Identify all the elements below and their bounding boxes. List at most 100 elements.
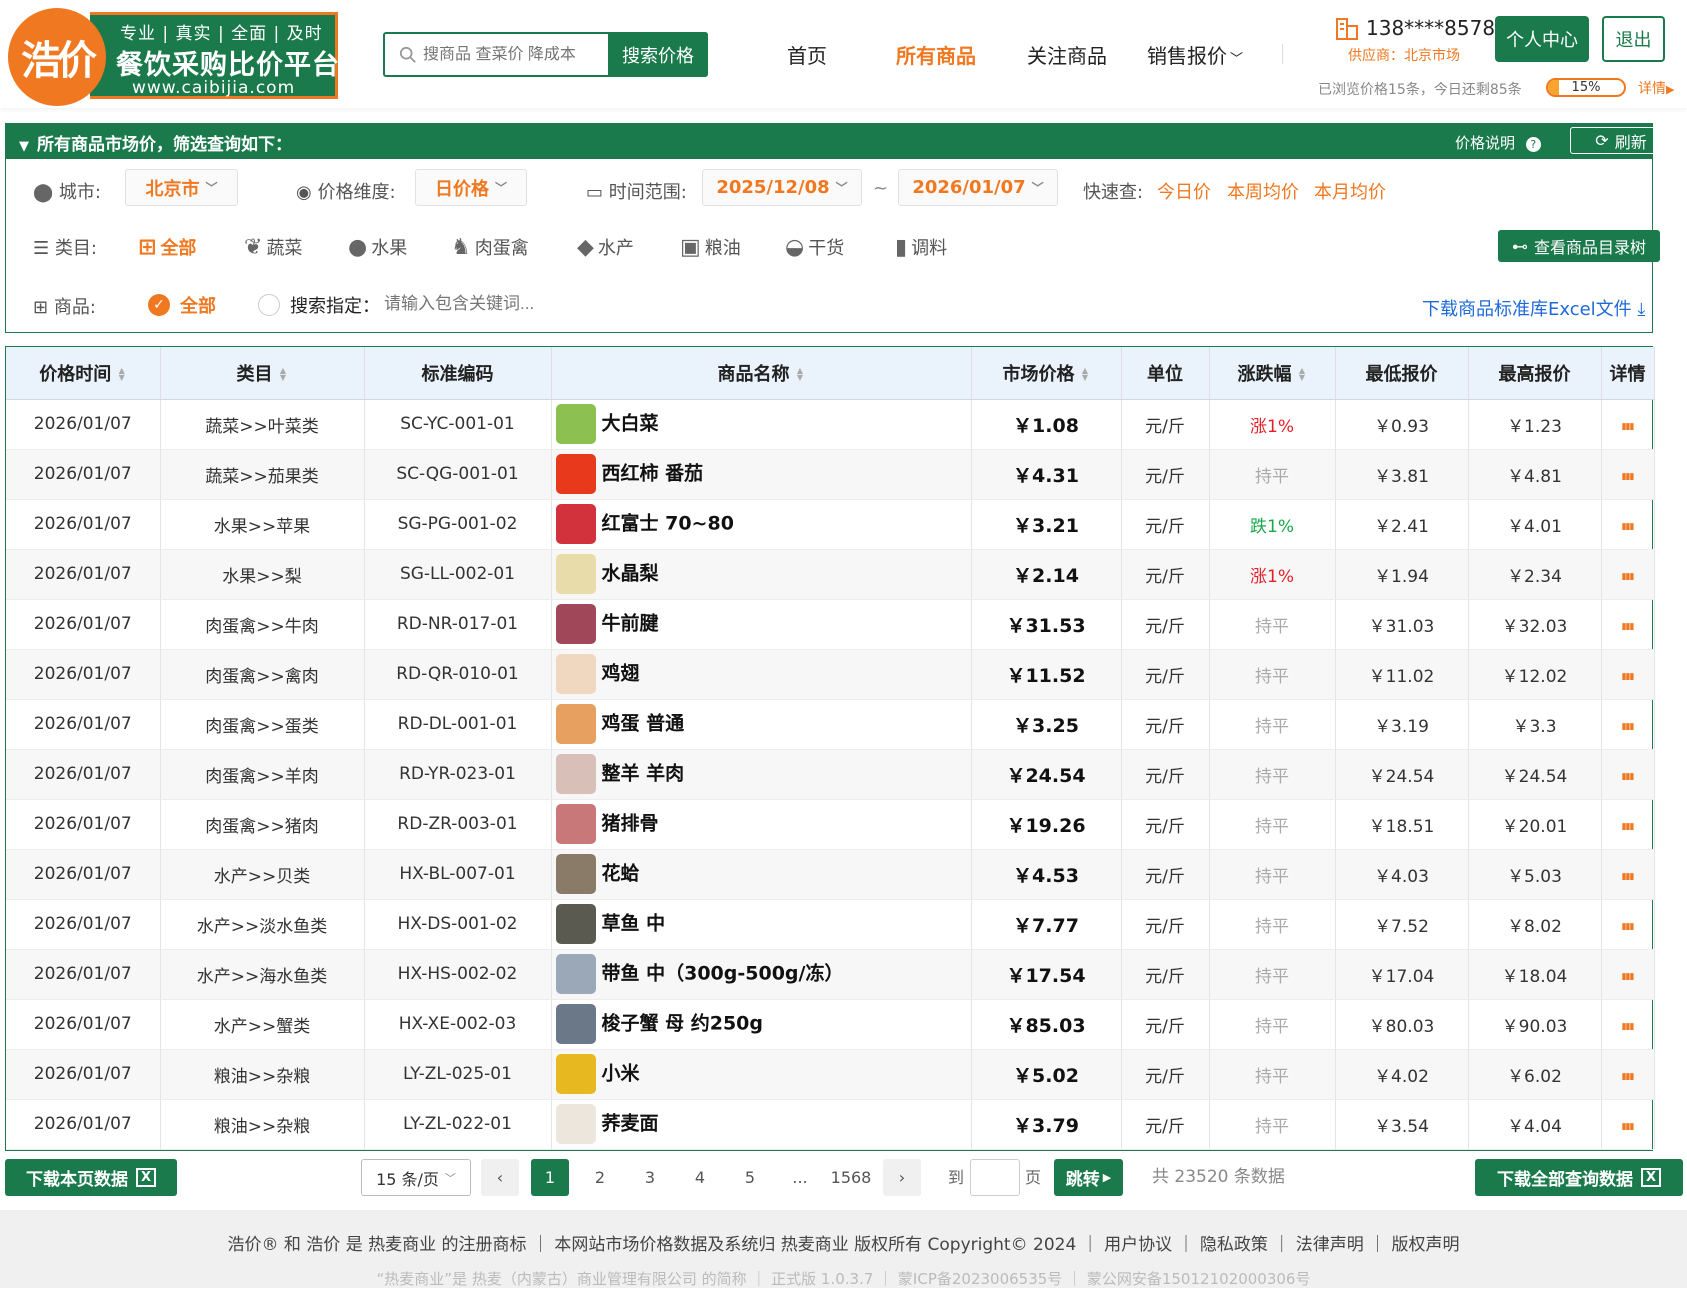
cell-product-name[interactable]: 梭子蟹 母 约250g (551, 999, 972, 1050)
goods-all-radio[interactable]: ✓ (148, 294, 170, 316)
cell-product-name[interactable]: 草鱼 中 (551, 899, 972, 950)
cell-detail[interactable]: ▮▮▮ (1601, 499, 1655, 550)
table-row[interactable]: 2026/01/07 蔬菜>>叶菜类 SC-YC-001-01 大白菜 ￥1.08 元/斤… (6, 399, 1655, 450)
category-acorn[interactable]: ◒ 干货 (785, 234, 844, 260)
bar-chart-icon[interactable]: ▮▮▮ (1622, 622, 1635, 632)
bar-chart-icon[interactable]: ▮▮▮ (1622, 772, 1635, 782)
bar-chart-icon[interactable]: ▮▮▮ (1622, 822, 1635, 832)
bar-chart-icon[interactable]: ▮▮▮ (1622, 522, 1635, 532)
bar-chart-icon[interactable]: ▮▮▮ (1622, 672, 1635, 682)
cell-product-name[interactable]: 整羊 羊肉 (551, 749, 972, 800)
cell-product-name[interactable]: 花蛤 (551, 849, 972, 900)
dimension-dropdown[interactable]: 日价格 ﹀ (415, 169, 527, 206)
refresh-button[interactable]: ⟳ 刷新 (1570, 127, 1672, 154)
cell-detail[interactable]: ▮▮▮ (1601, 799, 1655, 850)
category-all[interactable]: ⊞ 全部 (138, 234, 196, 260)
bar-chart-icon[interactable]: ▮▮▮ (1622, 1022, 1635, 1032)
category-vegetable[interactable]: ❦ 蔬菜 (244, 234, 302, 260)
keyword-radio[interactable] (258, 294, 280, 316)
cell-detail[interactable]: ▮▮▮ (1601, 549, 1655, 600)
cell-detail[interactable]: ▮▮▮ (1601, 599, 1655, 650)
bar-chart-icon[interactable]: ▮▮▮ (1622, 722, 1635, 732)
sort-icon[interactable]: ▲▼ (117, 366, 126, 380)
nav-home[interactable]: 首页 (787, 40, 827, 69)
cell-product-name[interactable]: 小米 (551, 1049, 972, 1100)
end-date-picker[interactable]: 2026/01/07 ﹀ (898, 169, 1058, 206)
bar-chart-icon[interactable]: ▮▮▮ (1622, 922, 1635, 932)
table-row[interactable]: 2026/01/07 肉蛋禽>>猪肉 RD-ZR-003-01 猪排骨 ￥19.26 元/… (6, 799, 1655, 850)
column-header[interactable]: 市场价格 ▲▼ (971, 347, 1122, 400)
sort-icon[interactable]: ▲▼ (1081, 366, 1090, 380)
sort-icon[interactable]: ▲▼ (279, 366, 288, 380)
site-logo[interactable]: 专业 | 真实 | 全面 | 及时 餐饮采购比价平台 www.caibijia.… (8, 8, 339, 106)
page-number-button[interactable]: 1 (531, 1159, 569, 1196)
quick-week-avg[interactable]: 本周均价 (1227, 178, 1299, 204)
nav-sales-quote[interactable]: 销售报价 ﹀ (1147, 40, 1243, 69)
bar-chart-icon[interactable]: ▮▮▮ (1622, 422, 1635, 432)
cell-detail[interactable]: ▮▮▮ (1601, 649, 1655, 700)
category-bottle[interactable]: ▮ 调料 (895, 234, 947, 260)
search-input[interactable] (423, 45, 608, 64)
cell-detail[interactable]: ▮▮▮ (1601, 699, 1655, 750)
cell-detail[interactable]: ▮▮▮ (1601, 899, 1655, 950)
category-fish[interactable]: ◆ 水产 (577, 234, 634, 260)
city-dropdown[interactable]: 北京市 ﹀ (125, 169, 238, 206)
cell-product-name[interactable]: 鸡翅 (551, 649, 972, 700)
start-date-picker[interactable]: 2025/12/08 ﹀ (702, 169, 862, 206)
column-header[interactable]: 商品名称 ▲▼ (551, 347, 972, 400)
category-oil[interactable]: ▣ 粮油 (680, 234, 741, 260)
table-row[interactable]: 2026/01/07 肉蛋禽>>牛肉 RD-NR-017-01 牛前腱 ￥31.53 元/… (6, 599, 1655, 650)
table-row[interactable]: 2026/01/07 水产>>海水鱼类 HX-HS-002-02 带鱼 中（300g-… (6, 949, 1655, 1000)
page-number-button[interactable]: 3 (631, 1159, 669, 1196)
table-row[interactable]: 2026/01/07 水果>>苹果 SG-PG-001-02 红富士 70~80 ￥3.… (6, 499, 1655, 550)
download-all-button[interactable]: 下载全部查询数据 X (1475, 1159, 1683, 1196)
cell-product-name[interactable]: 猪排骨 (551, 799, 972, 850)
cell-product-name[interactable]: 西红柿 番茄 (551, 449, 972, 500)
table-row[interactable]: 2026/01/07 肉蛋禽>>禽肉 RD-QR-010-01 鸡翅 ￥11.52 元/斤… (6, 649, 1655, 700)
table-row[interactable]: 2026/01/07 水果>>梨 SG-LL-002-01 水晶梨 ￥2.14 元/斤 涨1… (6, 549, 1655, 600)
cell-product-name[interactable]: 大白菜 (551, 399, 972, 450)
bar-chart-icon[interactable]: ▮▮▮ (1622, 1122, 1635, 1132)
next-page-button[interactable]: › (883, 1159, 921, 1196)
page-size-select[interactable]: 15 条/页 ﹀ (361, 1159, 471, 1196)
table-row[interactable]: 2026/01/07 水产>>贝类 HX-BL-007-01 花蛤 ￥4.53 元/斤 持平… (6, 849, 1655, 900)
table-row[interactable]: 2026/01/07 肉蛋禽>>蛋类 RD-DL-001-01 鸡蛋 普通 ￥3.25 元… (6, 699, 1655, 750)
cell-product-name[interactable]: 带鱼 中（300g-500g/冻） (551, 949, 972, 1000)
table-row[interactable]: 2026/01/07 蔬菜>>茄果类 SC-QG-001-01 西红柿 番茄 ￥4.31… (6, 449, 1655, 500)
cell-product-name[interactable]: 荞麦面 (551, 1099, 972, 1150)
cell-product-name[interactable]: 水晶梨 (551, 549, 972, 600)
sort-icon[interactable]: ▲▼ (1298, 366, 1307, 380)
user-center-button[interactable]: 个人中心 (1495, 16, 1589, 62)
quick-today[interactable]: 今日价 (1157, 178, 1211, 204)
cell-detail[interactable]: ▮▮▮ (1601, 1099, 1655, 1150)
download-page-button[interactable]: 下载本页数据 X (5, 1159, 177, 1196)
bar-chart-icon[interactable]: ▮▮▮ (1622, 572, 1635, 582)
search-button[interactable]: 搜索价格 (608, 32, 708, 77)
bar-chart-icon[interactable]: ▮▮▮ (1622, 972, 1635, 982)
nav-all-products[interactable]: 所有商品 (896, 40, 976, 69)
table-row[interactable]: 2026/01/07 粮油>>杂粮 LY-ZL-025-01 小米 ￥5.02 元/斤 持平… (6, 1049, 1655, 1100)
category-apple[interactable]: ● 水果 (348, 234, 407, 260)
category-cow[interactable]: ♞ 肉蛋禽 (451, 234, 529, 260)
quota-detail-link[interactable]: 详情▶ (1638, 78, 1674, 98)
price-note-link[interactable]: 价格说明 ? (1455, 132, 1541, 153)
sort-icon[interactable]: ▲▼ (796, 366, 805, 380)
jump-button[interactable]: 跳转 ▶ (1054, 1159, 1123, 1196)
cell-detail[interactable]: ▮▮▮ (1601, 1049, 1655, 1100)
page-number-button[interactable]: 5 (731, 1159, 769, 1196)
cell-detail[interactable]: ▮▮▮ (1601, 749, 1655, 800)
table-row[interactable]: 2026/01/07 肉蛋禽>>羊肉 RD-YR-023-01 整羊 羊肉 ￥24.54… (6, 749, 1655, 800)
bar-chart-icon[interactable]: ▮▮▮ (1622, 1072, 1635, 1082)
page-number-button[interactable]: 4 (681, 1159, 719, 1196)
table-row[interactable]: 2026/01/07 粮油>>杂粮 LY-ZL-022-01 荞麦面 ￥3.79 元/斤持… (6, 1099, 1655, 1150)
cell-product-name[interactable]: 红富士 70~80 (551, 499, 972, 550)
cell-detail[interactable]: ▮▮▮ (1601, 399, 1655, 450)
cell-detail[interactable]: ▮▮▮ (1601, 449, 1655, 500)
keyword-input[interactable] (384, 290, 604, 318)
table-row[interactable]: 2026/01/07 水产>>蟹类 HX-XE-002-03 梭子蟹 母 约250g ￥… (6, 999, 1655, 1050)
page-number-button[interactable]: 2 (581, 1159, 619, 1196)
cell-product-name[interactable]: 牛前腱 (551, 599, 972, 650)
cell-detail[interactable]: ▮▮▮ (1601, 999, 1655, 1050)
bar-chart-icon[interactable]: ▮▮▮ (1622, 872, 1635, 882)
filter-title[interactable]: ▼ 所有商品市场价，筛选查询如下： (19, 130, 292, 155)
